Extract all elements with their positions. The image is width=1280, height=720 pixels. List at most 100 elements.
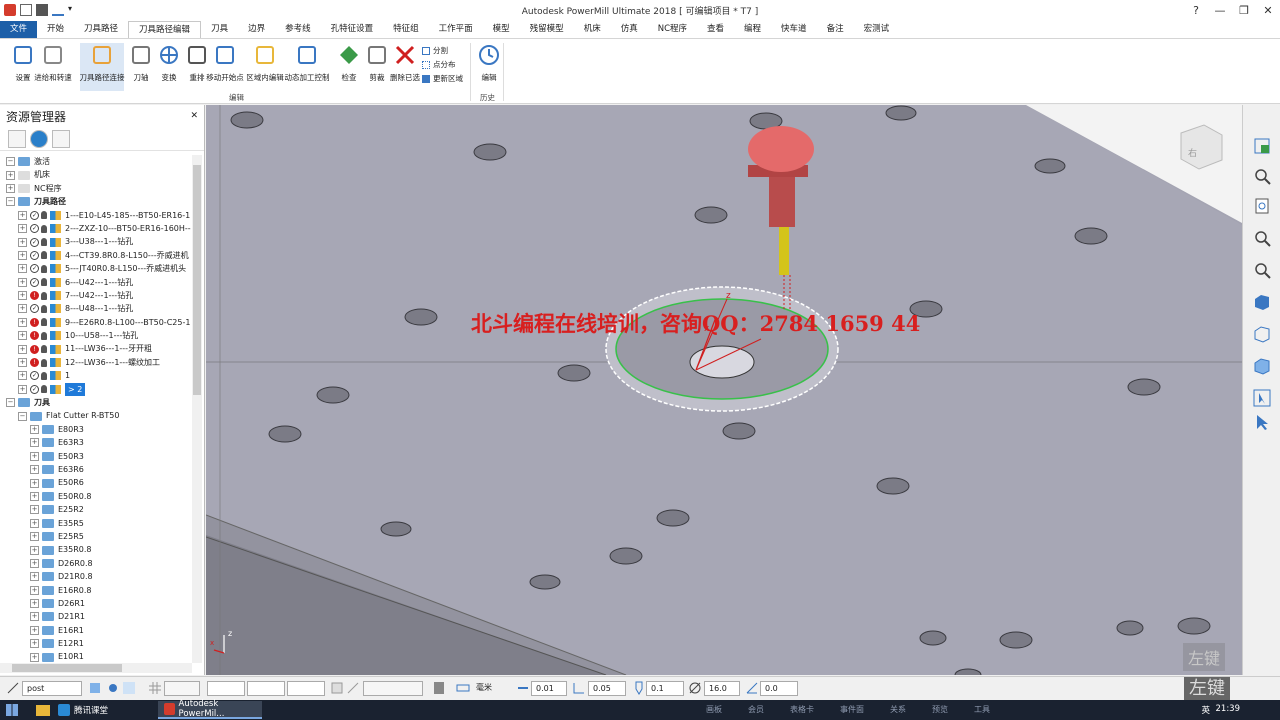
tree-node[interactable]: + E16R0.8 (0, 584, 192, 597)
visibility-bulb-icon[interactable] (41, 278, 47, 287)
expand-toggle-icon[interactable]: + (30, 599, 39, 609)
select-tool-icon[interactable] (1251, 387, 1273, 409)
undo-icon[interactable] (52, 4, 64, 16)
visibility-bulb-icon[interactable] (41, 345, 47, 354)
delete-button[interactable]: 删除已选 (388, 43, 422, 83)
expand-toggle-icon[interactable]: + (30, 545, 39, 555)
tree-node[interactable]: + ✓ 5---JT40R0.8-L150---乔威进机头 (0, 262, 192, 275)
tree-scroll-thumb[interactable] (193, 165, 201, 395)
tab-8[interactable]: 特征组 (383, 21, 429, 38)
coord-lock-icon[interactable] (330, 681, 344, 695)
visibility-bulb-icon[interactable] (41, 385, 47, 394)
tree-node[interactable]: + ✓ 3---U38---1---钻孔 (0, 235, 192, 248)
toolpath-connect-button[interactable]: 刀具路径连接 (80, 43, 125, 91)
tree-node[interactable]: + E25R5 (0, 530, 192, 543)
ime-indicator[interactable]: 英 (1201, 704, 1210, 716)
explorer-close-button[interactable]: ✕ (190, 111, 198, 121)
tree-horizontal-scrollbar[interactable] (0, 663, 192, 673)
expand-toggle-icon[interactable]: + (30, 572, 39, 582)
tree-node[interactable]: + ✓ 1---E10-L45-185---BT50-ER16-1 (0, 209, 192, 222)
expand-toggle-icon[interactable]: + (18, 291, 27, 301)
visibility-bulb-icon[interactable] (41, 304, 47, 313)
clock[interactable]: 21:39 (1216, 704, 1241, 714)
grid-icon[interactable] (148, 681, 162, 695)
expand-toggle-icon[interactable]: + (18, 371, 27, 381)
tree-node[interactable]: + E50R3 (0, 450, 192, 463)
expand-toggle-icon[interactable]: − (6, 197, 15, 207)
tolerance-field[interactable]: 0.01 (531, 681, 567, 696)
tree-node[interactable]: + D26R1 (0, 597, 192, 610)
tree-node[interactable]: + D26R0.8 (0, 557, 192, 570)
tree-node[interactable]: − Flat Cutter R-BT50 (0, 409, 192, 422)
tree-node[interactable]: + E35R0.8 (0, 543, 192, 556)
graphics-viewport[interactable]: z x 右 z x 北斗编程在线培训，咨询QQ：2784 1659 44 左键 (206, 105, 1242, 675)
dynamic-control-button[interactable]: 动态加工控制 (285, 43, 330, 83)
snap-icon[interactable] (106, 681, 120, 695)
workplane-select[interactable]: post (22, 681, 82, 696)
view-cube[interactable]: 右 (1180, 124, 1223, 170)
tab-6[interactable]: 参考线 (275, 21, 321, 38)
tab-3[interactable]: 刀具路径编辑 (128, 21, 202, 38)
visibility-bulb-icon[interactable] (41, 251, 47, 260)
visibility-bulb-icon[interactable] (41, 264, 47, 273)
tree-vertical-scrollbar[interactable] (192, 155, 202, 663)
coord-x-field[interactable] (207, 681, 245, 696)
tree-node[interactable]: − 刀具 (0, 396, 192, 409)
align-icon[interactable] (122, 681, 136, 695)
visibility-bulb-icon[interactable] (41, 358, 47, 367)
tab-10[interactable]: 模型 (483, 21, 520, 38)
tab-0[interactable]: 文件 (0, 21, 38, 38)
measure-icon[interactable] (346, 681, 360, 695)
tab-16[interactable]: 编程 (734, 21, 771, 38)
move-start-button[interactable]: 移动开始点 (206, 43, 244, 83)
update-region-button[interactable]: 更新区域 (422, 73, 463, 84)
tab-13[interactable]: 仿真 (611, 21, 648, 38)
tab-2[interactable]: 刀具路径 (74, 21, 128, 38)
expand-toggle-icon[interactable]: + (30, 652, 39, 662)
expand-toggle-icon[interactable]: + (18, 250, 27, 260)
expand-toggle-icon[interactable]: + (18, 358, 27, 368)
minimize-button[interactable]: — (1208, 0, 1232, 20)
expand-toggle-icon[interactable]: + (18, 331, 27, 341)
start-button[interactable] (0, 701, 24, 719)
view-settings-icon[interactable] (1251, 135, 1273, 157)
expand-toggle-icon[interactable]: + (30, 639, 39, 649)
expand-toggle-icon[interactable]: + (18, 277, 27, 287)
tree-node[interactable]: + E25R2 (0, 503, 192, 516)
history-edit-button[interactable]: 编辑 (472, 43, 506, 83)
open-icon[interactable] (20, 4, 32, 16)
tree-node[interactable]: + D21R1 (0, 610, 192, 623)
expand-toggle-icon[interactable]: + (30, 491, 39, 501)
customize-icon[interactable]: ▾ (68, 4, 80, 16)
expand-toggle-icon[interactable]: + (30, 478, 39, 488)
tree-node[interactable]: + ✓ 1 (0, 369, 192, 382)
expand-toggle-icon[interactable]: + (18, 344, 27, 354)
split-button[interactable]: 分割 (422, 45, 448, 56)
tree-node[interactable]: + ✓ > 2 (0, 382, 192, 397)
close-button[interactable]: ✕ (1256, 0, 1280, 20)
tree-view-icon[interactable] (8, 129, 26, 148)
expand-toggle-icon[interactable]: + (30, 558, 39, 568)
tree-node[interactable]: +! 9---E26R0.8-L100---BT50-C25-1 (0, 316, 192, 329)
tab-4[interactable]: 刀具 (201, 21, 238, 38)
expand-toggle-icon[interactable]: + (30, 612, 39, 622)
visibility-bulb-icon[interactable] (41, 318, 47, 327)
visibility-bulb-icon[interactable] (41, 224, 47, 233)
wireframe-view-icon[interactable] (1251, 323, 1273, 345)
tab-19[interactable]: 宏测试 (854, 21, 900, 38)
expand-toggle-icon[interactable]: + (30, 532, 39, 542)
tree-node[interactable]: + ✓ 8---U48---1---钻孔 (0, 302, 192, 315)
tree-node[interactable]: +! 12---LW36---1---螺纹加工 (0, 356, 192, 369)
tree-node[interactable]: + E35R5 (0, 517, 192, 530)
tree-hscroll-thumb[interactable] (12, 664, 122, 672)
expand-toggle-icon[interactable]: + (18, 384, 27, 394)
tool-field[interactable]: 0.1 (646, 681, 684, 696)
zoom-in-icon[interactable] (1251, 165, 1273, 187)
visibility-bulb-icon[interactable] (41, 211, 47, 220)
point-distribution-button[interactable]: 点分布 (422, 59, 456, 70)
tree-node[interactable]: + E12R1 (0, 637, 192, 650)
expand-toggle-icon[interactable]: + (30, 505, 39, 515)
tree-node[interactable]: + ✓ 4---CT39.8R0.8-L150---乔威进机 (0, 249, 192, 262)
angle-field[interactable]: 0.0 (760, 681, 798, 696)
tab-9[interactable]: 工作平面 (429, 21, 483, 38)
